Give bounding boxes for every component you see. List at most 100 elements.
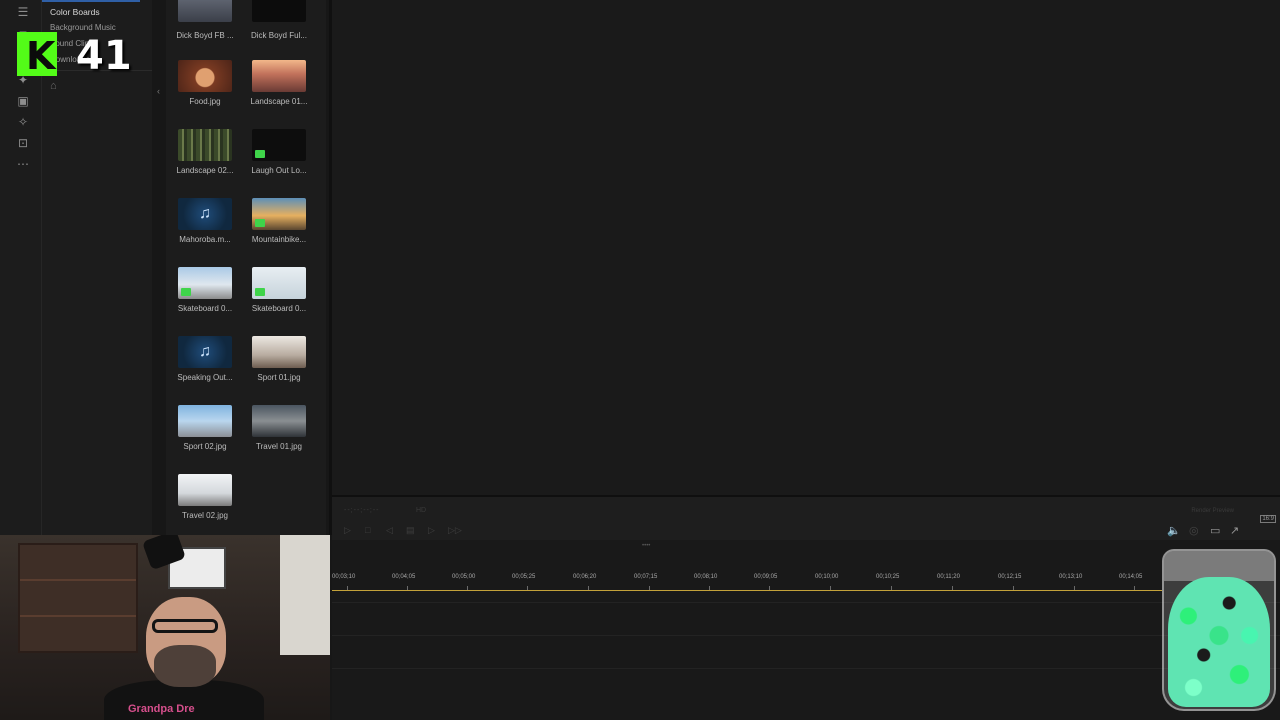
shelf-row	[20, 615, 136, 617]
media-thumbnail	[252, 60, 306, 92]
ruler-tick-label: 00;07;15	[634, 574, 658, 580]
timeline-resize-grip[interactable]: ••••	[642, 543, 650, 549]
media-item-label: Landscape 02...	[176, 166, 234, 175]
media-item[interactable]: Travel 01.jpg	[240, 405, 314, 467]
media-thumbnail	[178, 474, 232, 506]
media-item-label: Laugh Out Lo...	[251, 166, 307, 175]
ruler-tick-label: 00;09;05	[754, 574, 778, 580]
media-library-grid: Dick Boyd FB ... Dick Boyd Ful... Food.j…	[166, 0, 326, 535]
media-thumbnail	[178, 0, 232, 22]
music-note-icon: ♫	[178, 198, 232, 230]
media-item[interactable]: Dick Boyd Ful...	[240, 0, 314, 62]
track-separator	[332, 602, 1280, 603]
track-separator	[332, 635, 1280, 636]
media-thumbnail	[252, 267, 306, 299]
tree-selection-indicator	[42, 0, 140, 2]
media-item[interactable]: Sport 02.jpg	[166, 405, 240, 467]
media-item-label: Speaking Out...	[177, 373, 233, 382]
snapshot-icon[interactable]: ▤	[406, 525, 415, 536]
media-thumbnail	[252, 336, 306, 368]
media-item[interactable]: Dick Boyd FB ...	[166, 0, 240, 62]
ruler-tick-label: 00;05;25	[512, 574, 536, 580]
tree-item-background-music[interactable]: Background Music	[50, 23, 116, 32]
media-item-label: Dick Boyd FB ...	[176, 31, 234, 40]
timeline-ruler[interactable]: 00;03;10 00;04;05 00;05;00 00;05;25 00;0…	[332, 570, 1162, 592]
ruler-tick-label: 00;06;20	[573, 574, 597, 580]
media-item[interactable]: Landscape 02...	[166, 129, 240, 191]
media-thumbnail	[252, 198, 306, 230]
preview-controls: --;--;--;-- HD ▷ □ ◁ ▤ ▷ ▷▷ Render Previ…	[332, 495, 1280, 540]
undock-icon[interactable]: ↗	[1230, 524, 1239, 537]
media-thumbnail	[252, 129, 306, 161]
aspect-ratio-dropdown[interactable]: 16:9	[1260, 515, 1276, 523]
library-folder-tree: Color Boards Background Music Sound Clip…	[42, 0, 191, 535]
previous-frame-icon[interactable]: ◁	[386, 525, 393, 536]
pip-room-icon[interactable]: ▣	[14, 93, 32, 109]
ruler-tick-label: 00;08;10	[694, 574, 718, 580]
timeline-area: •••• 00;03;10 00;04;05 00;05;00 00;05;25…	[332, 540, 1280, 720]
preview-window	[332, 0, 1280, 495]
ruler-tick-label: 00;14;05	[1119, 574, 1143, 580]
more-icon[interactable]: ⋯	[14, 156, 32, 172]
fast-forward-icon[interactable]: ▷▷	[448, 525, 462, 536]
ruler-baseline	[332, 590, 1162, 591]
kick-logo-icon: K	[17, 32, 57, 78]
media-item-label: Food.jpg	[189, 97, 221, 106]
jar-contents	[1168, 577, 1270, 707]
kick-logo-letter: K	[26, 34, 56, 78]
media-item[interactable]: Laugh Out Lo...	[240, 129, 314, 191]
video-badge-icon	[255, 288, 265, 296]
webcam-window	[280, 535, 330, 655]
video-badge-icon	[181, 288, 191, 296]
media-item[interactable]: Landscape 01...	[240, 60, 314, 122]
ruler-tick-label: 00;11;20	[937, 574, 960, 580]
media-item[interactable]: ♫ Speaking Out...	[166, 336, 240, 398]
media-item[interactable]: Skateboard 0...	[240, 267, 314, 329]
media-item-label: Travel 01.jpg	[256, 442, 302, 451]
media-item-label: Dick Boyd Ful...	[250, 31, 307, 40]
video-badge-icon	[255, 219, 265, 227]
video-editor-app: ☰ T ⇄ ✦ ▣ ✧ ⊡ ⋯ Color Boards Background …	[0, 0, 1280, 720]
media-room-icon[interactable]: ☰	[14, 4, 32, 20]
track-separator	[332, 668, 1280, 669]
ruler-tick-label: 00;10;25	[876, 574, 900, 580]
media-item[interactable]: Sport 01.jpg	[240, 336, 314, 398]
webcam-person-glasses	[152, 619, 218, 633]
video-badge-icon	[255, 150, 265, 158]
ruler-tick-label: 00;13;10	[1059, 574, 1083, 580]
next-frame-icon[interactable]: ▷	[428, 525, 435, 536]
media-item[interactable]: Mountainbike...	[240, 198, 314, 260]
media-thumbnail	[178, 60, 232, 92]
add-tag-icon[interactable]: ⌂	[50, 80, 57, 92]
volume-icon[interactable]: 🔈	[1167, 524, 1181, 537]
render-preview-button[interactable]: Render Preview	[1191, 508, 1234, 514]
preview-quality-dropdown[interactable]: HD	[416, 507, 426, 514]
display-settings-icon[interactable]: ▭	[1210, 524, 1220, 537]
particle-room-icon[interactable]: ✧	[14, 114, 32, 130]
timecode-display: --;--;--;--	[344, 507, 380, 514]
ruler-tick-label: 00;10;00	[815, 574, 839, 580]
tree-item-color-boards[interactable]: Color Boards	[50, 7, 100, 17]
shirt-logo: Grandpa Dre	[128, 703, 195, 715]
media-item-label: Mahoroba.m...	[179, 235, 231, 244]
media-item-label: Mountainbike...	[251, 235, 307, 244]
webcam-overlay: Grandpa Dre	[0, 535, 330, 720]
collapse-panel-icon[interactable]: ‹	[157, 86, 160, 96]
webcam-person-beard	[154, 645, 216, 687]
media-item-label: Travel 02.jpg	[182, 511, 228, 520]
tip-jar-widget	[1162, 549, 1276, 711]
media-item[interactable]: ♫ Mahoroba.m...	[166, 198, 240, 260]
ruler-tick-label: 00;05;00	[452, 574, 476, 580]
music-note-icon: ♫	[178, 336, 232, 368]
stop-icon[interactable]: □	[365, 525, 370, 535]
media-item[interactable]: Skateboard 0...	[166, 267, 240, 329]
shelf-row	[20, 579, 136, 581]
media-item[interactable]: Food.jpg	[166, 60, 240, 122]
frame-room-icon[interactable]: ⊡	[14, 135, 32, 151]
media-item-label: Skateboard 0...	[177, 304, 233, 313]
ruler-tick-label: 00;03;10	[332, 574, 356, 580]
play-icon[interactable]: ▷	[344, 525, 351, 536]
media-item-label: Sport 02.jpg	[183, 442, 227, 451]
media-item[interactable]: Travel 02.jpg	[166, 474, 240, 536]
camera-icon[interactable]: ◎	[1189, 524, 1199, 537]
